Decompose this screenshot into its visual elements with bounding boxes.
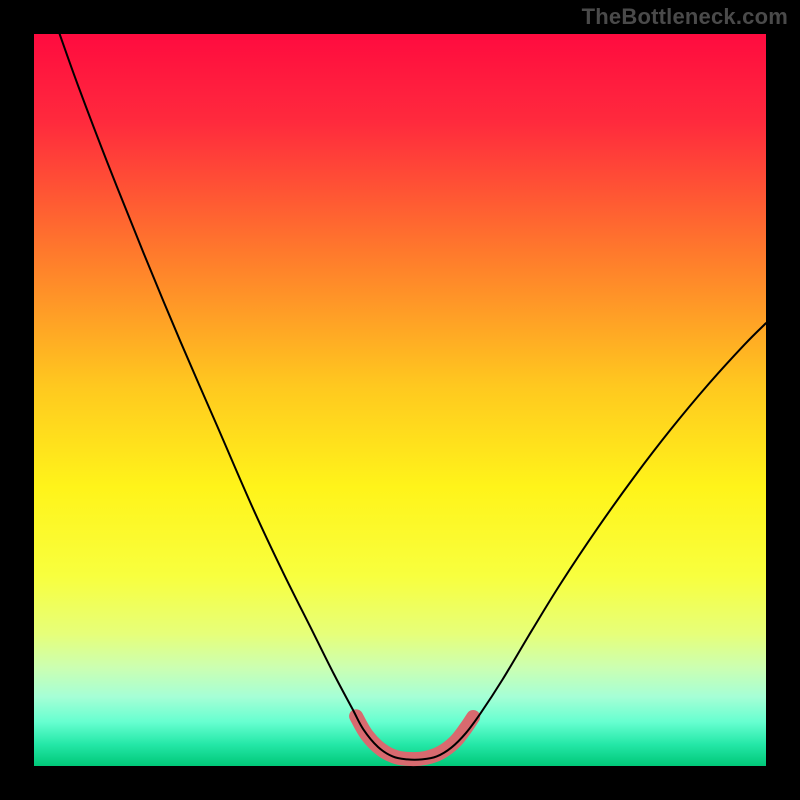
bottleneck-chart [0,0,800,800]
watermark-text: TheBottleneck.com [582,4,788,30]
chart-root: TheBottleneck.com [0,0,800,800]
plot-background [34,34,766,766]
